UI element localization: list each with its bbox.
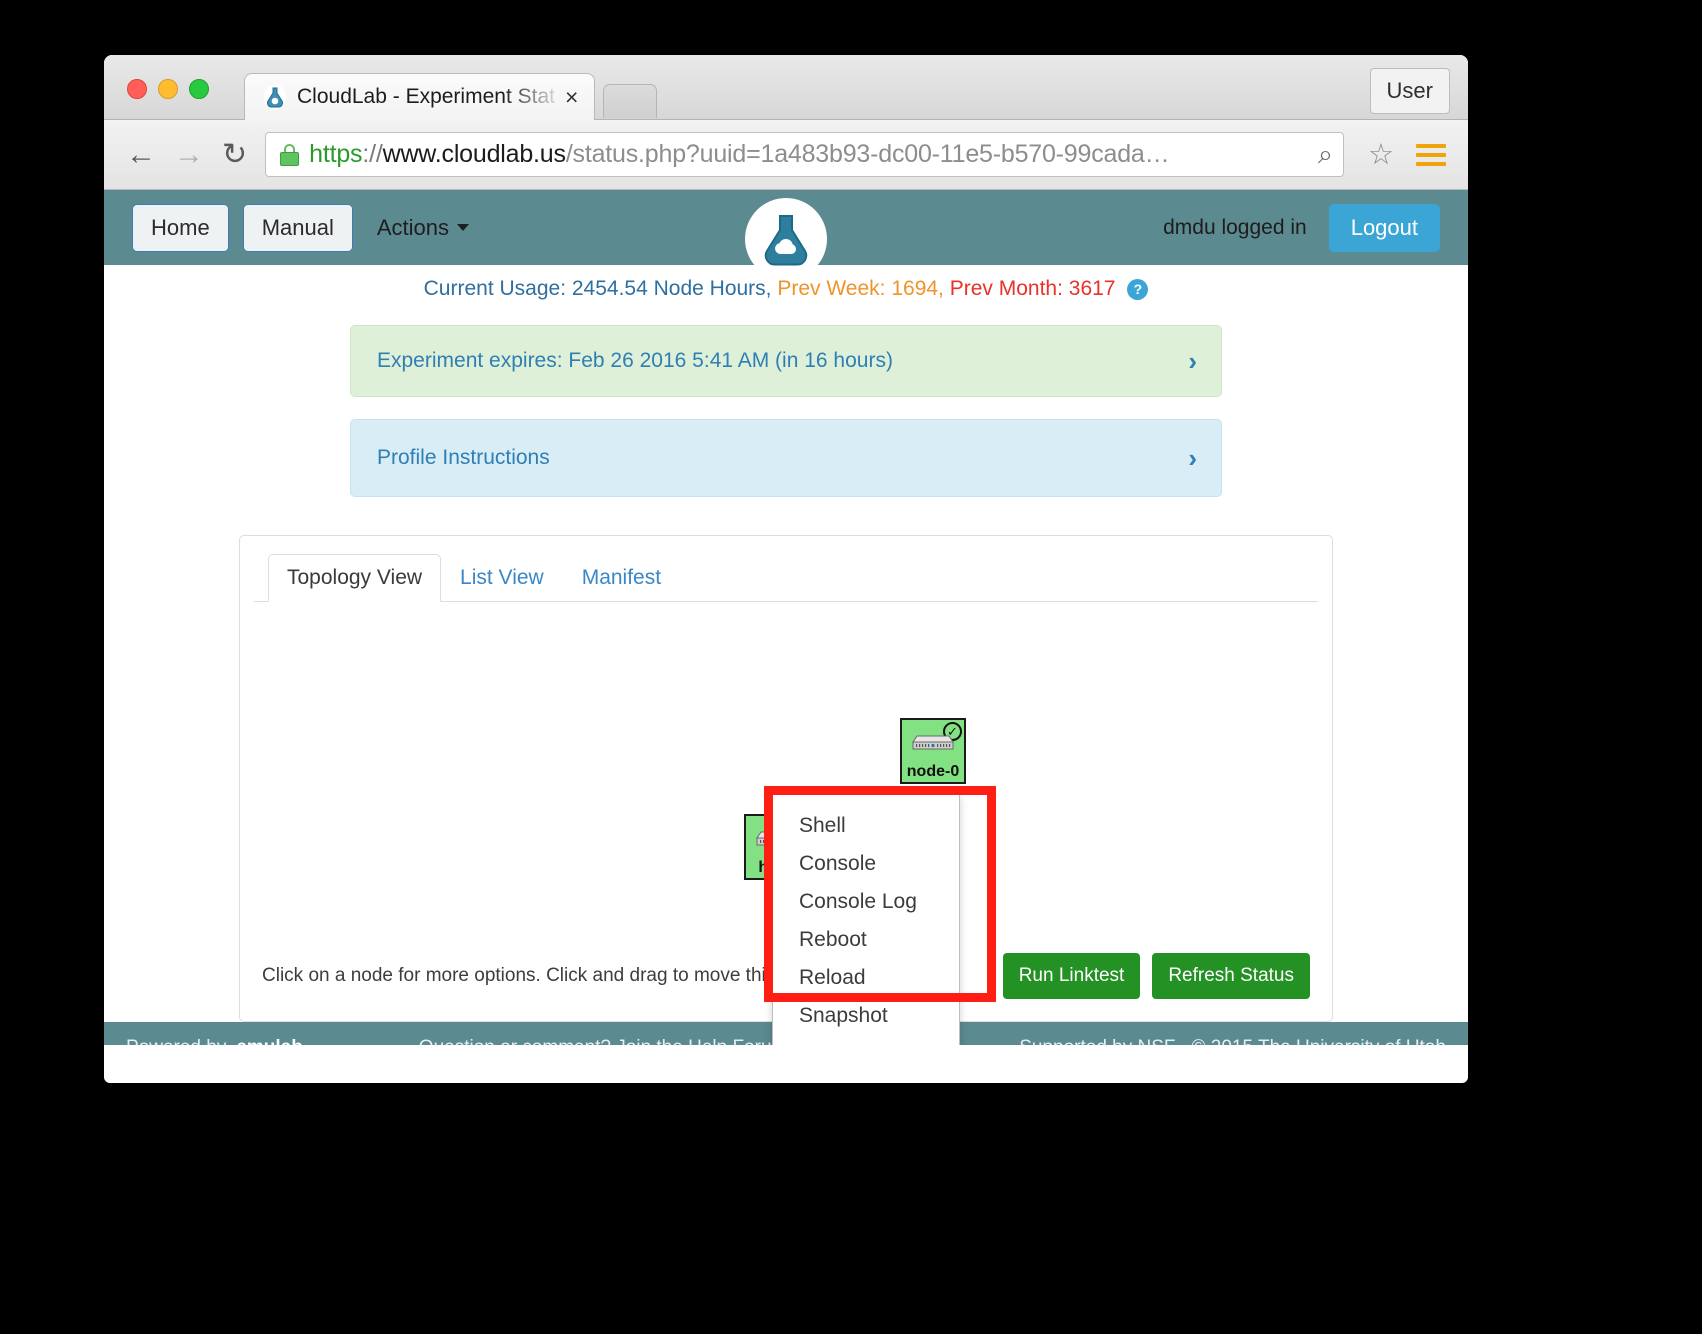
nsf-support-label: Supported by NSF bbox=[1019, 1037, 1175, 1045]
usage-prev-month: Prev Month: 3617 bbox=[943, 277, 1116, 300]
menu-icon[interactable] bbox=[1416, 143, 1446, 166]
logout-button[interactable]: Logout bbox=[1328, 203, 1440, 252]
url-scheme: https bbox=[309, 140, 363, 168]
powered-by-label: Powered by bbox=[126, 1037, 226, 1045]
experiment-panel: Topology View List View Manifest ✓ node-… bbox=[239, 535, 1333, 1045]
node-context-menu[interactable]: Shell Console Console Log Reboot Reload … bbox=[772, 794, 960, 1045]
tab-title: CloudLab - Experiment Stat bbox=[297, 85, 555, 108]
minimize-window-button[interactable] bbox=[158, 79, 178, 99]
profile-instructions-text: Profile Instructions bbox=[377, 446, 550, 469]
chevron-right-icon[interactable]: › bbox=[1188, 346, 1197, 377]
url-separator: :// bbox=[362, 140, 383, 168]
close-window-button[interactable] bbox=[127, 79, 147, 99]
chevron-down-icon bbox=[457, 224, 469, 231]
address-bar[interactable]: https://www.cloudlab.us/status.php?uuid=… bbox=[265, 132, 1344, 177]
browser-window: CloudLab - Experiment Stat × User ← → ↻ … bbox=[104, 55, 1468, 1083]
node-label: node-0 bbox=[906, 763, 960, 780]
url-path: /status.php?uuid=1a483b93-dc00-11e5-b570… bbox=[565, 140, 1170, 168]
tab-topology-view[interactable]: Topology View bbox=[268, 554, 442, 602]
nav-actions-label: Actions bbox=[376, 214, 449, 240]
footer-right: Supported by NSF © 2015 The University o… bbox=[1019, 1037, 1446, 1045]
forward-icon[interactable]: → bbox=[174, 139, 204, 170]
experiment-expires-panel[interactable]: Experiment expires: Feb 26 2016 5:41 AM … bbox=[350, 325, 1222, 397]
context-menu-item-reboot[interactable]: Reboot bbox=[773, 921, 959, 959]
back-icon[interactable]: ← bbox=[126, 139, 156, 170]
run-linktest-button[interactable]: Run Linktest bbox=[1002, 953, 1141, 999]
lock-icon bbox=[280, 143, 300, 166]
server-icon bbox=[912, 735, 954, 750]
usage-current: Current Usage: 2454.54 Node Hours, bbox=[423, 277, 772, 300]
profile-instructions-panel[interactable]: Profile Instructions › bbox=[350, 419, 1222, 497]
search-icon[interactable]: ⌕ bbox=[1308, 139, 1333, 171]
logged-in-user: dmdu logged in bbox=[1163, 215, 1307, 239]
context-menu-item-reload[interactable]: Reload bbox=[773, 959, 959, 997]
browser-titlebar: CloudLab - Experiment Stat × User bbox=[104, 55, 1468, 120]
context-menu-item-shell[interactable]: Shell bbox=[773, 807, 959, 845]
page-viewport: Home Manual Actions dmdu logged in Logou… bbox=[104, 190, 1468, 1045]
cloudlab-logo bbox=[745, 198, 827, 280]
context-menu-item-console-log[interactable]: Console Log bbox=[773, 883, 959, 921]
emulab-logo: emulab bbox=[236, 1037, 303, 1045]
screenshot-root: CloudLab - Experiment Stat × User ← → ↻ … bbox=[0, 0, 1702, 1334]
tab-manifest[interactable]: Manifest bbox=[563, 554, 680, 602]
usage-prev-week: Prev Week: 1694, bbox=[771, 277, 944, 300]
nav-manual-button[interactable]: Manual bbox=[242, 203, 353, 252]
url-text: https://www.cloudlab.us/status.php?uuid=… bbox=[309, 140, 1169, 169]
browser-toolbar: ← → ↻ https://www.cloudlab.us/status.php… bbox=[104, 120, 1468, 190]
tab-list-view[interactable]: List View bbox=[441, 554, 563, 602]
context-menu-item-console[interactable]: Console bbox=[773, 845, 959, 883]
help-forum-link[interactable]: Question or comment? Join the Help Forum bbox=[419, 1037, 788, 1045]
window-controls bbox=[127, 79, 209, 99]
chevron-right-icon[interactable]: › bbox=[1188, 443, 1197, 474]
user-profile-button[interactable]: User bbox=[1369, 68, 1450, 114]
reload-icon[interactable]: ↻ bbox=[222, 139, 247, 170]
nav-home-button[interactable]: Home bbox=[132, 203, 229, 252]
new-tab-button[interactable] bbox=[603, 84, 658, 118]
copyright-label: © 2015 The University of Utah bbox=[1192, 1037, 1446, 1045]
experiment-expires-text: Experiment expires: Feb 26 2016 5:41 AM … bbox=[377, 349, 893, 372]
help-icon[interactable]: ? bbox=[1127, 278, 1149, 300]
site-navbar: Home Manual Actions dmdu logged in Logou… bbox=[104, 190, 1468, 280]
close-tab-icon[interactable]: × bbox=[565, 85, 578, 109]
flask-icon bbox=[263, 84, 287, 110]
url-host: www.cloudlab.us bbox=[382, 140, 566, 168]
refresh-status-button[interactable]: Refresh Status bbox=[1152, 953, 1310, 999]
navbar-right: dmdu logged in Logout bbox=[1163, 203, 1440, 252]
nav-actions-dropdown[interactable]: Actions bbox=[377, 215, 469, 241]
bookmark-star-icon[interactable]: ☆ bbox=[1368, 137, 1394, 172]
context-menu-item-snapshot[interactable]: Snapshot bbox=[773, 997, 959, 1035]
panel-tabs: Topology View List View Manifest bbox=[254, 536, 1318, 602]
tab-strip: CloudLab - Experiment Stat × bbox=[244, 73, 658, 120]
topology-node-node-0[interactable]: ✓ node-0 bbox=[900, 718, 966, 784]
maximize-window-button[interactable] bbox=[189, 79, 209, 99]
browser-tab[interactable]: CloudLab - Experiment Stat × bbox=[244, 73, 596, 120]
panel-action-buttons: Run Linktest Refresh Status bbox=[1002, 953, 1310, 999]
